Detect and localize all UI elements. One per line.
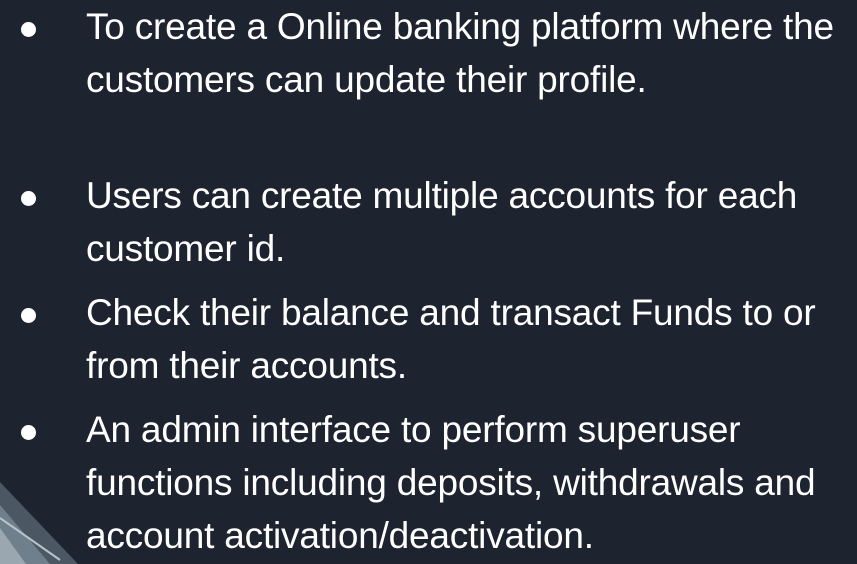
bullet-item: Check their balance and transact Funds t… [0,286,857,392]
slide: To create a Online banking platform wher… [0,0,857,564]
bullet-item: Users can create multiple accounts for e… [0,169,857,275]
bullet-text: Check their balance and transact Funds t… [86,292,816,386]
bullet-text: To create a Online banking platform wher… [86,6,834,100]
bullet-dot-icon [21,22,36,37]
bullet-item: An admin interface to perform superuser … [0,403,857,562]
bullet-dot-icon [21,191,36,206]
bullet-item: To create a Online banking platform wher… [0,0,857,106]
bullet-text: Users can create multiple accounts for e… [86,175,798,269]
bullet-text: An admin interface to perform superuser … [86,409,816,556]
bullet-dot-icon [21,308,36,323]
bullet-dot-icon [21,425,36,440]
